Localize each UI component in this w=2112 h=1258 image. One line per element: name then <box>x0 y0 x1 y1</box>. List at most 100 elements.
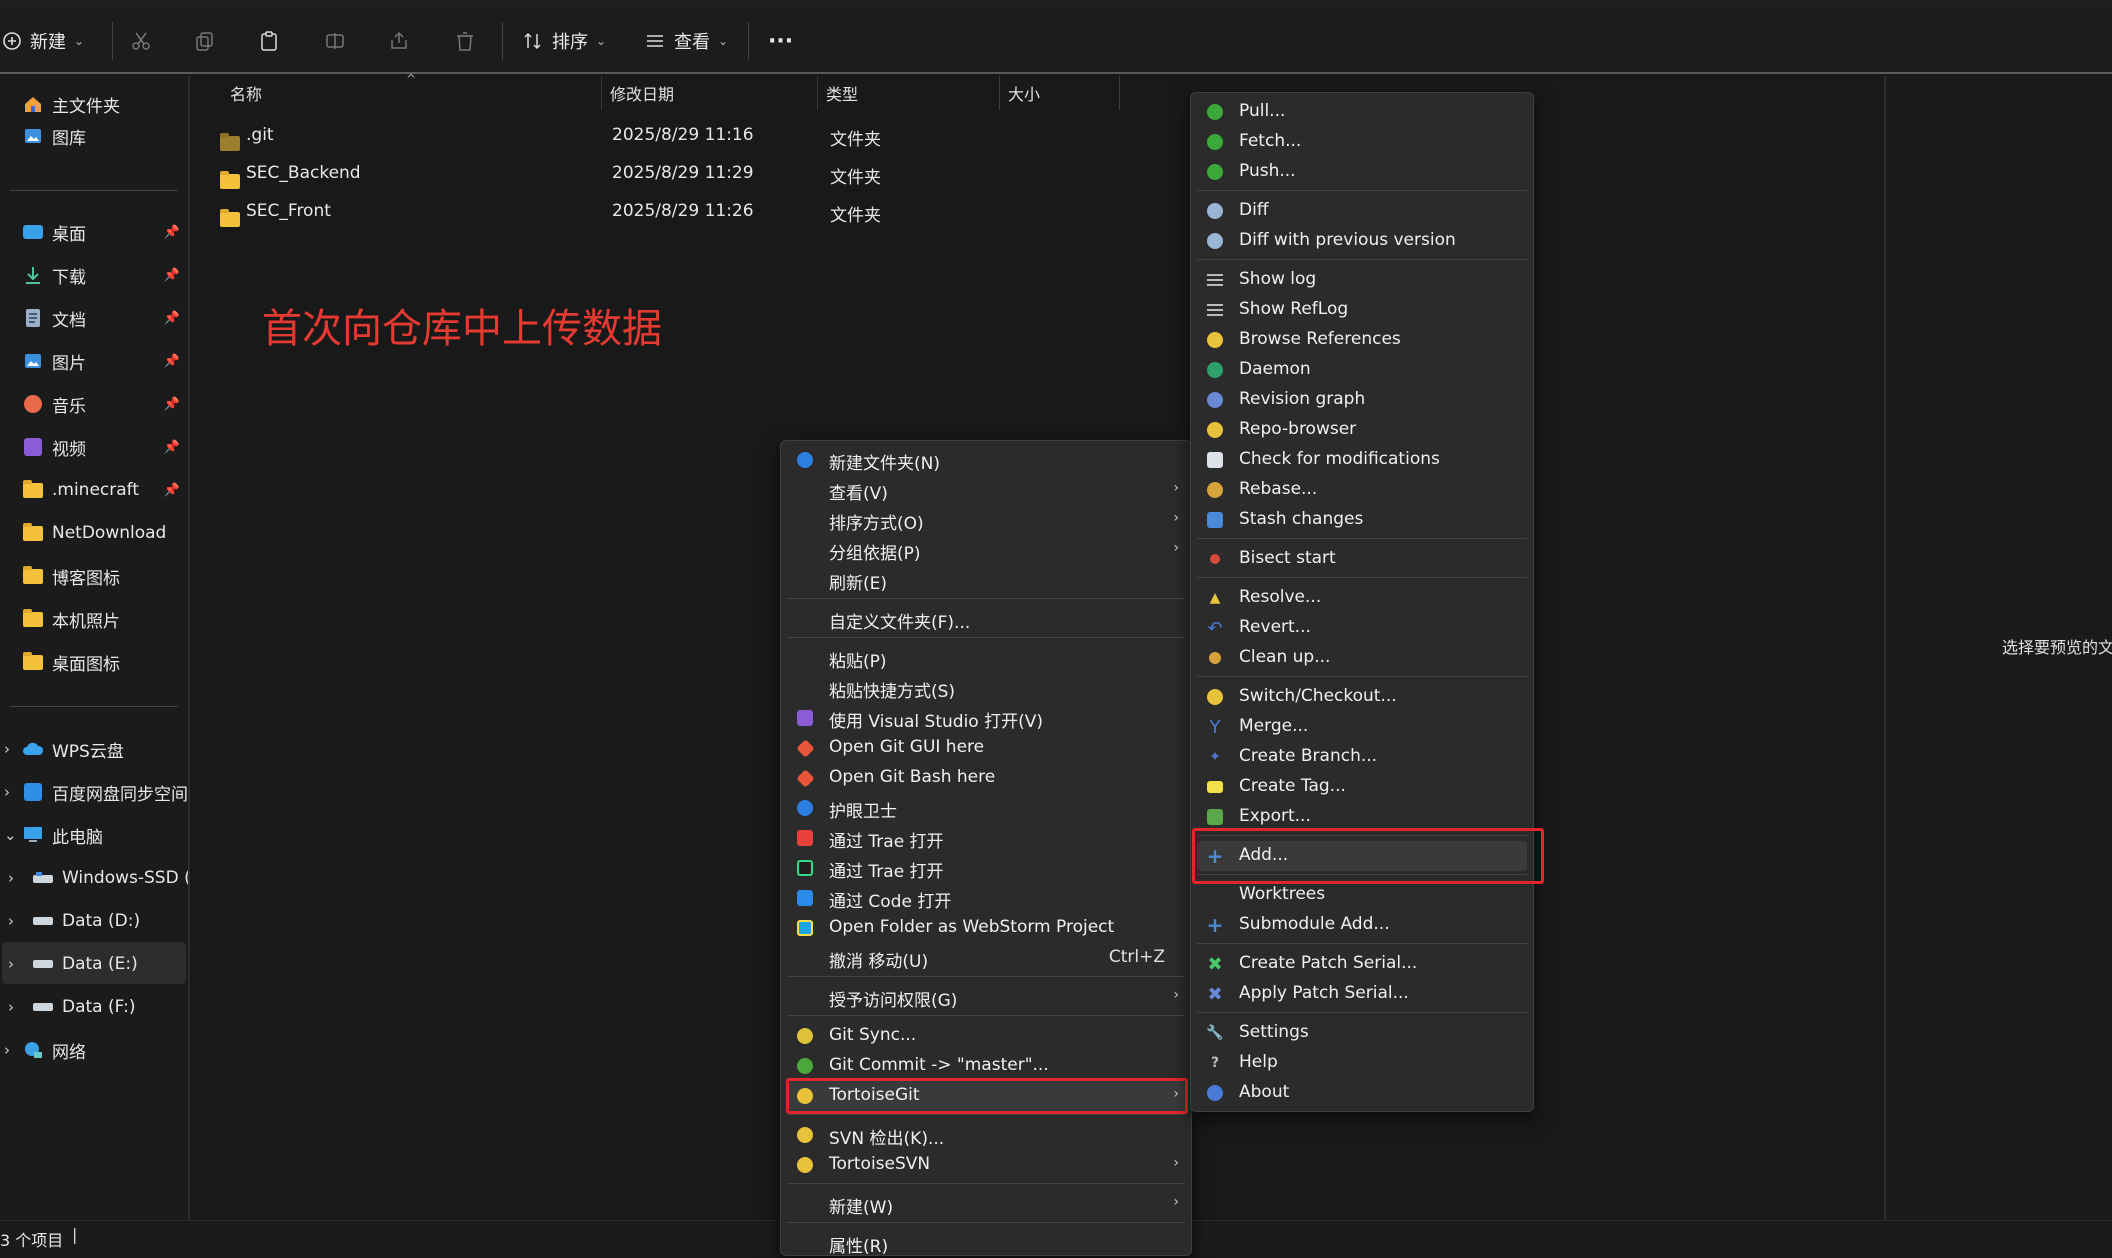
menu-item-rebase[interactable]: Rebase... <box>1197 475 1527 505</box>
menu-item-open-visual-studio[interactable]: 使用 Visual Studio 打开(V) <box>787 703 1185 733</box>
menu-item-open-webstorm[interactable]: Open Folder as WebStorm Project <box>787 913 1185 943</box>
chevron-down-icon[interactable]: ⌄ <box>4 826 17 844</box>
menu-item-clean-up[interactable]: Clean up... <box>1197 643 1527 673</box>
menu-item-pull[interactable]: Pull... <box>1197 97 1527 127</box>
menu-item-git-sync[interactable]: Git Sync... <box>787 1021 1185 1051</box>
sort-button[interactable]: 排序 ⌄ <box>522 28 606 54</box>
menu-item-export[interactable]: Export... <box>1197 802 1527 832</box>
menu-item-open-trae-2[interactable]: 通过 Trae 打开 <box>787 853 1185 883</box>
sidebar-item-music[interactable]: 音乐 📌 <box>22 386 188 422</box>
menu-item-show-reflog[interactable]: Show RefLog <box>1197 295 1527 325</box>
chevron-right-icon[interactable]: › <box>8 869 14 887</box>
menu-item-git-bash[interactable]: Open Git Bash here <box>787 763 1185 793</box>
menu-item-revision-graph[interactable]: Revision graph <box>1197 385 1527 415</box>
menu-item-git-commit[interactable]: Git Commit -> "master"... <box>787 1051 1185 1081</box>
sidebar-item-desktop-icons[interactable]: 桌面图标 <box>22 644 188 680</box>
menu-item-customize-folder[interactable]: 自定义文件夹(F)... <box>787 604 1185 634</box>
menu-item-fetch[interactable]: Fetch... <box>1197 127 1527 157</box>
sidebar-item-network[interactable]: 网络 <box>22 1032 188 1068</box>
cut-button[interactable] <box>124 24 158 58</box>
sidebar-item-desktop[interactable]: 桌面 📌 <box>22 214 188 250</box>
table-row[interactable]: SEC_Front 2025/8/29 11:26 文件夹 <box>212 194 1112 228</box>
menu-item-resolve[interactable]: ▲ Resolve... <box>1197 583 1527 613</box>
menu-item-refresh[interactable]: 刷新(E) <box>787 565 1185 595</box>
sidebar-item-home[interactable]: 主文件夹 <box>22 86 188 122</box>
sidebar-item-minecraft[interactable]: .minecraft 📌 <box>22 472 188 508</box>
menu-item-add[interactable]: + Add... <box>1197 841 1527 871</box>
sidebar-item-downloads[interactable]: 下载 📌 <box>22 257 188 293</box>
menu-item-open-code[interactable]: 通过 Code 打开 <box>787 883 1185 913</box>
menu-item-grant-access[interactable]: 授予访问权限(G) › <box>787 982 1185 1012</box>
chevron-right-icon[interactable]: › <box>4 783 10 801</box>
menu-item-eye-guard[interactable]: 护眼卫士 <box>787 793 1185 823</box>
sidebar-item-netdownload[interactable]: NetDownload <box>22 515 188 551</box>
sidebar-item-gallery[interactable]: 图库 <box>22 118 188 154</box>
menu-item-help[interactable]: ? Help <box>1197 1048 1527 1078</box>
menu-item-daemon[interactable]: Daemon <box>1197 355 1527 385</box>
sidebar-item-drive-e[interactable]: Data (E:) <box>32 946 188 982</box>
view-button[interactable]: 查看 ⌄ <box>644 28 728 54</box>
menu-item-worktrees[interactable]: Worktrees <box>1197 880 1527 910</box>
menu-item-create-patch[interactable]: ✖ Create Patch Serial... <box>1197 949 1527 979</box>
menu-item-merge[interactable]: Y Merge... <box>1197 712 1527 742</box>
more-options-button[interactable]: ··· <box>768 28 793 54</box>
menu-item-stash-changes[interactable]: Stash changes <box>1197 505 1527 535</box>
menu-item-check-modifications[interactable]: Check for modifications <box>1197 445 1527 475</box>
menu-item-svn-checkout[interactable]: SVN 检出(K)... <box>787 1120 1185 1150</box>
sidebar-item-local-photos[interactable]: 本机照片 <box>22 601 188 637</box>
table-row[interactable]: SEC_Backend 2025/8/29 11:29 文件夹 <box>212 156 1112 190</box>
menu-item-undo-move[interactable]: 撤消 移动(U) Ctrl+Z <box>787 943 1185 973</box>
menu-item-tortoisesvn[interactable]: TortoiseSVN › <box>787 1150 1185 1180</box>
sidebar-item-blog-icons[interactable]: 博客图标 <box>22 558 188 594</box>
menu-item-new[interactable]: 新建(W) › <box>787 1189 1185 1219</box>
sidebar-item-drive-c[interactable]: Windows-SSD (C <box>32 860 188 896</box>
menu-item-tortoisegit[interactable]: TortoiseGit › <box>787 1081 1185 1111</box>
sidebar-item-videos[interactable]: 视频 📌 <box>22 429 188 465</box>
menu-item-view[interactable]: 查看(V) › <box>787 475 1185 505</box>
chevron-right-icon[interactable]: › <box>8 912 14 930</box>
chevron-right-icon[interactable]: › <box>4 740 10 758</box>
menu-item-paste-shortcut[interactable]: 粘贴快捷方式(S) <box>787 673 1185 703</box>
menu-item-git-gui[interactable]: Open Git GUI here <box>787 733 1185 763</box>
chevron-right-icon[interactable]: › <box>4 1041 10 1059</box>
chevron-right-icon[interactable]: › <box>8 998 14 1016</box>
menu-item-show-log[interactable]: Show log <box>1197 265 1527 295</box>
delete-button[interactable] <box>448 24 482 58</box>
menu-item-open-trae-1[interactable]: 通过 Trae 打开 <box>787 823 1185 853</box>
paste-button[interactable] <box>252 24 286 58</box>
sidebar-item-wps-cloud[interactable]: WPS云盘 <box>22 731 188 767</box>
menu-item-bisect-start[interactable]: Bisect start <box>1197 544 1527 574</box>
menu-item-browse-references[interactable]: Browse References <box>1197 325 1527 355</box>
sidebar-item-documents[interactable]: 文档 📌 <box>22 300 188 336</box>
column-header-type[interactable]: 类型 <box>818 76 1000 110</box>
menu-item-diff[interactable]: Diff <box>1197 196 1527 226</box>
menu-item-switch-checkout[interactable]: Switch/Checkout... <box>1197 682 1527 712</box>
menu-item-paste[interactable]: 粘贴(P) <box>787 643 1185 673</box>
copy-button[interactable] <box>188 24 222 58</box>
sidebar-item-drive-f[interactable]: Data (F:) <box>32 989 188 1025</box>
menu-item-revert[interactable]: ↶ Revert... <box>1197 613 1527 643</box>
menu-item-sort-by[interactable]: 排序方式(O) › <box>787 505 1185 535</box>
sidebar-item-drive-d[interactable]: Data (D:) <box>32 903 188 939</box>
menu-item-group-by[interactable]: 分组依据(P) › <box>787 535 1185 565</box>
sidebar-item-baidu-sync[interactable]: 百度网盘同步空间 <box>22 774 188 810</box>
sidebar-item-this-pc[interactable]: 此电脑 <box>22 817 188 853</box>
menu-item-repo-browser[interactable]: Repo-browser <box>1197 415 1527 445</box>
menu-item-settings[interactable]: 🔧 Settings <box>1197 1018 1527 1048</box>
column-header-modified[interactable]: 修改日期 <box>602 76 818 110</box>
share-button[interactable] <box>382 24 416 58</box>
menu-item-submodule-add[interactable]: + Submodule Add... <box>1197 910 1527 940</box>
menu-item-apply-patch[interactable]: ✖ Apply Patch Serial... <box>1197 979 1527 1009</box>
menu-item-push[interactable]: Push... <box>1197 157 1527 187</box>
menu-item-properties[interactable]: 属性(R) <box>787 1228 1185 1258</box>
menu-item-about[interactable]: About <box>1197 1078 1527 1108</box>
sidebar-item-pictures[interactable]: 图片 📌 <box>22 343 188 379</box>
menu-item-diff-previous[interactable]: Diff with previous version <box>1197 226 1527 256</box>
chevron-right-icon[interactable]: › <box>8 955 14 973</box>
menu-item-create-tag[interactable]: Create Tag... <box>1197 772 1527 802</box>
rename-button[interactable] <box>318 24 352 58</box>
table-row[interactable]: .git 2025/8/29 11:16 文件夹 <box>212 118 1112 152</box>
column-header-size[interactable]: 大小 <box>1000 76 1120 110</box>
menu-item-create-branch[interactable]: ✦ Create Branch... <box>1197 742 1527 772</box>
menu-item-new-folder[interactable]: 新建文件夹(N) <box>787 445 1185 475</box>
